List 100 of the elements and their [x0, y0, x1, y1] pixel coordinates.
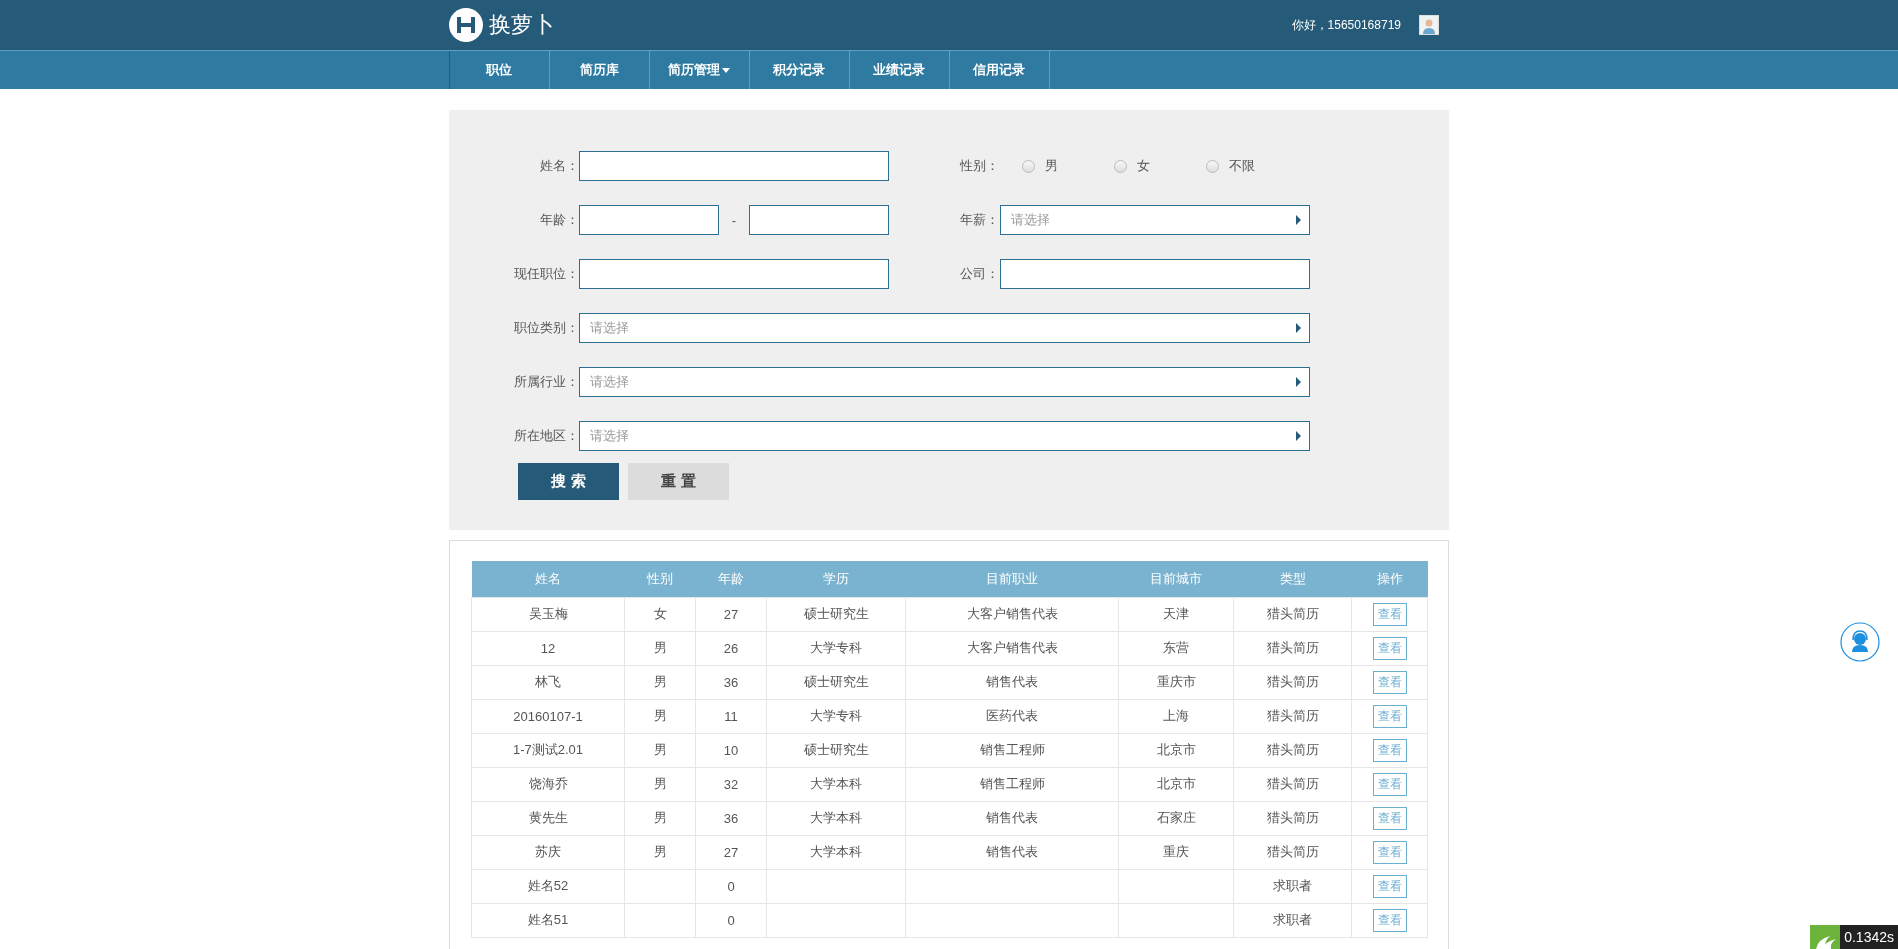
table-cell: 硕士研究生 [803, 742, 869, 757]
table-cell: 苏庆 [535, 844, 561, 859]
table-cell: 上海 [1163, 708, 1189, 723]
field-label: 姓名： [539, 157, 579, 175]
input-field[interactable] [579, 151, 889, 181]
table-cell: 男 [653, 844, 667, 859]
column-header: 姓名 [471, 561, 625, 597]
view-button[interactable]: 查看 [1372, 806, 1407, 830]
table-cell: 大学本科 [810, 776, 862, 791]
table-cell: 重庆市 [1156, 674, 1196, 689]
field-label: 公司： [960, 265, 1000, 283]
table-cell: 硕士研究生 [803, 606, 869, 621]
radio-option[interactable]: 不限 [1206, 157, 1298, 175]
input-field[interactable] [1000, 259, 1310, 289]
table-cell: 大学本科 [810, 810, 862, 825]
table-cell: 猎头简历 [1266, 674, 1319, 689]
column-header: 年龄 [695, 561, 767, 597]
nav-link[interactable]: 简历库 [549, 51, 650, 89]
field-label: 所在地区： [513, 427, 579, 445]
select-field[interactable]: 请选择 [579, 421, 1310, 451]
table-cell: 10 [723, 742, 739, 758]
customer-service-icon[interactable] [1840, 622, 1880, 662]
view-button[interactable]: 查看 [1372, 772, 1407, 796]
view-button[interactable]: 查看 [1372, 840, 1407, 864]
table-cell: 求职者 [1273, 912, 1312, 927]
table-cell: 林飞 [535, 674, 561, 689]
view-button[interactable]: 查看 [1372, 738, 1407, 762]
table-cell: 27 [723, 606, 739, 622]
view-button[interactable]: 查看 [1372, 704, 1407, 728]
table-cell: 东营 [1163, 640, 1189, 655]
greeting-text: 你好，15650168719 [1291, 16, 1401, 34]
table-cell: 销售代表 [986, 844, 1038, 859]
table-cell: 北京市 [1156, 776, 1196, 791]
field-label: 性别： [960, 157, 1000, 175]
table-cell: 饶海乔 [528, 776, 568, 791]
nav-link[interactable]: 业绩记录 [849, 51, 950, 89]
table-cell: 男 [653, 674, 667, 689]
nav-link[interactable]: 信用记录 [949, 51, 1050, 89]
table-cell: 天津 [1163, 606, 1189, 621]
table-cell: 36 [723, 674, 739, 690]
table-cell: 重庆 [1163, 844, 1189, 859]
table-cell: 0 [727, 878, 735, 894]
table-cell: 北京市 [1156, 742, 1196, 757]
nav-link[interactable]: 职位 [449, 51, 550, 89]
select-field[interactable]: 请选择 [1000, 205, 1310, 235]
logo[interactable]: 换萝卜 [449, 8, 555, 42]
column-header: 操作 [1351, 561, 1428, 597]
table-cell: 26 [723, 640, 739, 656]
column-header: 目前城市 [1118, 561, 1234, 597]
table-cell: 大客户销售代表 [966, 606, 1058, 621]
table-cell: 猎头简历 [1266, 844, 1319, 859]
view-button[interactable]: 查看 [1372, 874, 1407, 898]
table-cell: 大学专科 [810, 640, 862, 655]
table-cell: 猎头简历 [1266, 606, 1319, 621]
table-cell: 0 [727, 912, 735, 928]
table-cell: 吴玉梅 [528, 606, 568, 621]
field-label: 年薪： [960, 211, 1000, 229]
table-cell: 求职者 [1273, 878, 1312, 893]
view-button[interactable]: 查看 [1372, 908, 1407, 932]
view-button[interactable]: 查看 [1372, 636, 1407, 660]
table-cell: 36 [723, 810, 739, 826]
nav-link[interactable]: 积分记录 [749, 51, 850, 89]
table-cell: 销售代表 [986, 810, 1038, 825]
table-cell: 男 [653, 708, 667, 723]
input-field[interactable] [579, 259, 889, 289]
range-separator: - [730, 212, 738, 228]
column-header: 学历 [766, 561, 906, 597]
table-cell: 12 [540, 640, 556, 656]
table-cell: 猎头简历 [1266, 708, 1319, 723]
table-cell: 姓名51 [527, 912, 569, 927]
table-cell: 销售代表 [986, 674, 1038, 689]
input-field[interactable] [579, 205, 719, 235]
table-cell: 男 [653, 640, 667, 655]
field-label: 现任职位： [513, 265, 579, 283]
view-button[interactable]: 查看 [1372, 670, 1407, 694]
view-button[interactable]: 查看 [1372, 602, 1407, 626]
table-cell: 27 [723, 844, 739, 860]
table-cell: 20160107-1 [513, 708, 583, 724]
reset-button[interactable]: 重 置 [628, 463, 729, 500]
table-cell: 大客户销售代表 [966, 640, 1058, 655]
table-cell: 男 [653, 742, 667, 757]
table-cell: 黄先生 [528, 810, 568, 825]
table-cell: 32 [723, 776, 739, 792]
search-button[interactable]: 搜 索 [518, 463, 619, 500]
field-label: 所属行业： [513, 373, 579, 391]
table-cell: 大学专科 [810, 708, 862, 723]
table-cell: 猎头简历 [1266, 742, 1319, 757]
radio-option[interactable]: 男 [1022, 157, 1114, 175]
table-cell: 1-7测试2.01 [512, 742, 584, 757]
radio-option[interactable]: 女 [1114, 157, 1206, 175]
table-cell: 大学本科 [810, 844, 862, 859]
nav-link[interactable]: 简历管理 [649, 51, 750, 89]
input-field[interactable] [749, 205, 889, 235]
table-cell: 销售工程师 [979, 742, 1045, 757]
select-field[interactable]: 请选择 [579, 367, 1310, 397]
column-header: 类型 [1233, 561, 1352, 597]
table-cell: 男 [653, 776, 667, 791]
select-field[interactable]: 请选择 [579, 313, 1310, 343]
table-cell: 猎头简历 [1266, 640, 1319, 655]
field-label: 职位类别： [513, 319, 579, 337]
